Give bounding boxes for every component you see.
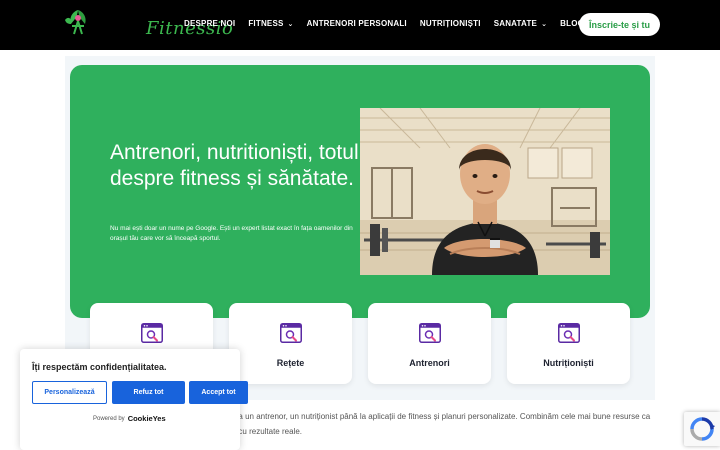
chevron-down-icon: ⌄ [541, 20, 548, 28]
cookie-accept-all-button[interactable]: Accept tot [189, 381, 248, 404]
signup-button[interactable]: Înscrie-te și tu [579, 13, 660, 36]
recaptcha-icon [690, 417, 715, 441]
cookie-title: Îți respectăm confidențialitatea. [32, 362, 167, 372]
cookie-customize-button[interactable]: Personalizează [32, 381, 107, 404]
card-label: Antrenori [409, 358, 450, 368]
nav-nutritionisti[interactable]: NUTRIȚIONIȘTI [420, 19, 481, 28]
category-card-antrenori[interactable]: Antrenori [368, 303, 491, 384]
card-label: Nutriționiști [543, 358, 594, 368]
top-navigation-bar: Fitnessio DESPRE NOI FITNESS ⌄ ANTRENORI … [0, 0, 720, 50]
category-card-nutritionisti[interactable]: Nutriționiști [507, 303, 630, 384]
hero-subtitle: Nu mai ești doar un nume pe Google. Ești… [110, 225, 353, 242]
search-window-icon [140, 323, 163, 343]
nav-despre-noi[interactable]: DESPRE NOI [184, 19, 235, 28]
nav-label: ANTRENORI PERSONALI [306, 19, 407, 28]
recaptcha-badge[interactable] [684, 412, 720, 446]
cookie-consent-banner: Îți respectăm confidențialitatea. Person… [20, 349, 248, 450]
cookie-reject-all-button[interactable]: Refuz tot [112, 381, 185, 404]
search-window-icon [418, 323, 441, 343]
nav-label: DESPRE NOI [184, 19, 236, 28]
chevron-down-icon: ⌄ [287, 20, 294, 28]
page: Fitnessio DESPRE NOI FITNESS ⌄ ANTRENORI … [0, 0, 720, 450]
nav-label: SANATATE [493, 19, 538, 28]
personal-trainer-illustration [360, 108, 610, 275]
main-navigation: DESPRE NOI FITNESS ⌄ ANTRENORI PERSONALI … [184, 19, 597, 28]
category-card-retete[interactable]: Rețete [229, 303, 352, 384]
site-logo[interactable]: Fitnessio [60, 6, 233, 42]
powered-by-label: Powered by [93, 415, 125, 422]
card-label: Rețete [276, 358, 305, 368]
cookie-powered-by[interactable]: Powered by CookieYes [93, 414, 166, 423]
cookieyes-logo: CookieYes [127, 414, 166, 423]
nav-sanatate[interactable]: SANATATE ⌄ [494, 19, 547, 28]
search-window-icon [279, 323, 302, 343]
nav-antrenori-personali[interactable]: ANTRENORI PERSONALI [307, 19, 407, 28]
search-window-icon [557, 323, 580, 343]
nav-label: NUTRIȚIONIȘTI [419, 19, 481, 28]
leaf-figure-icon [65, 10, 86, 35]
nav-fitness[interactable]: FITNESS ⌄ [248, 19, 293, 28]
hero-title: Antrenori, nutritioniști, totul despre f… [110, 141, 359, 190]
nav-label: FITNESS [248, 19, 284, 28]
